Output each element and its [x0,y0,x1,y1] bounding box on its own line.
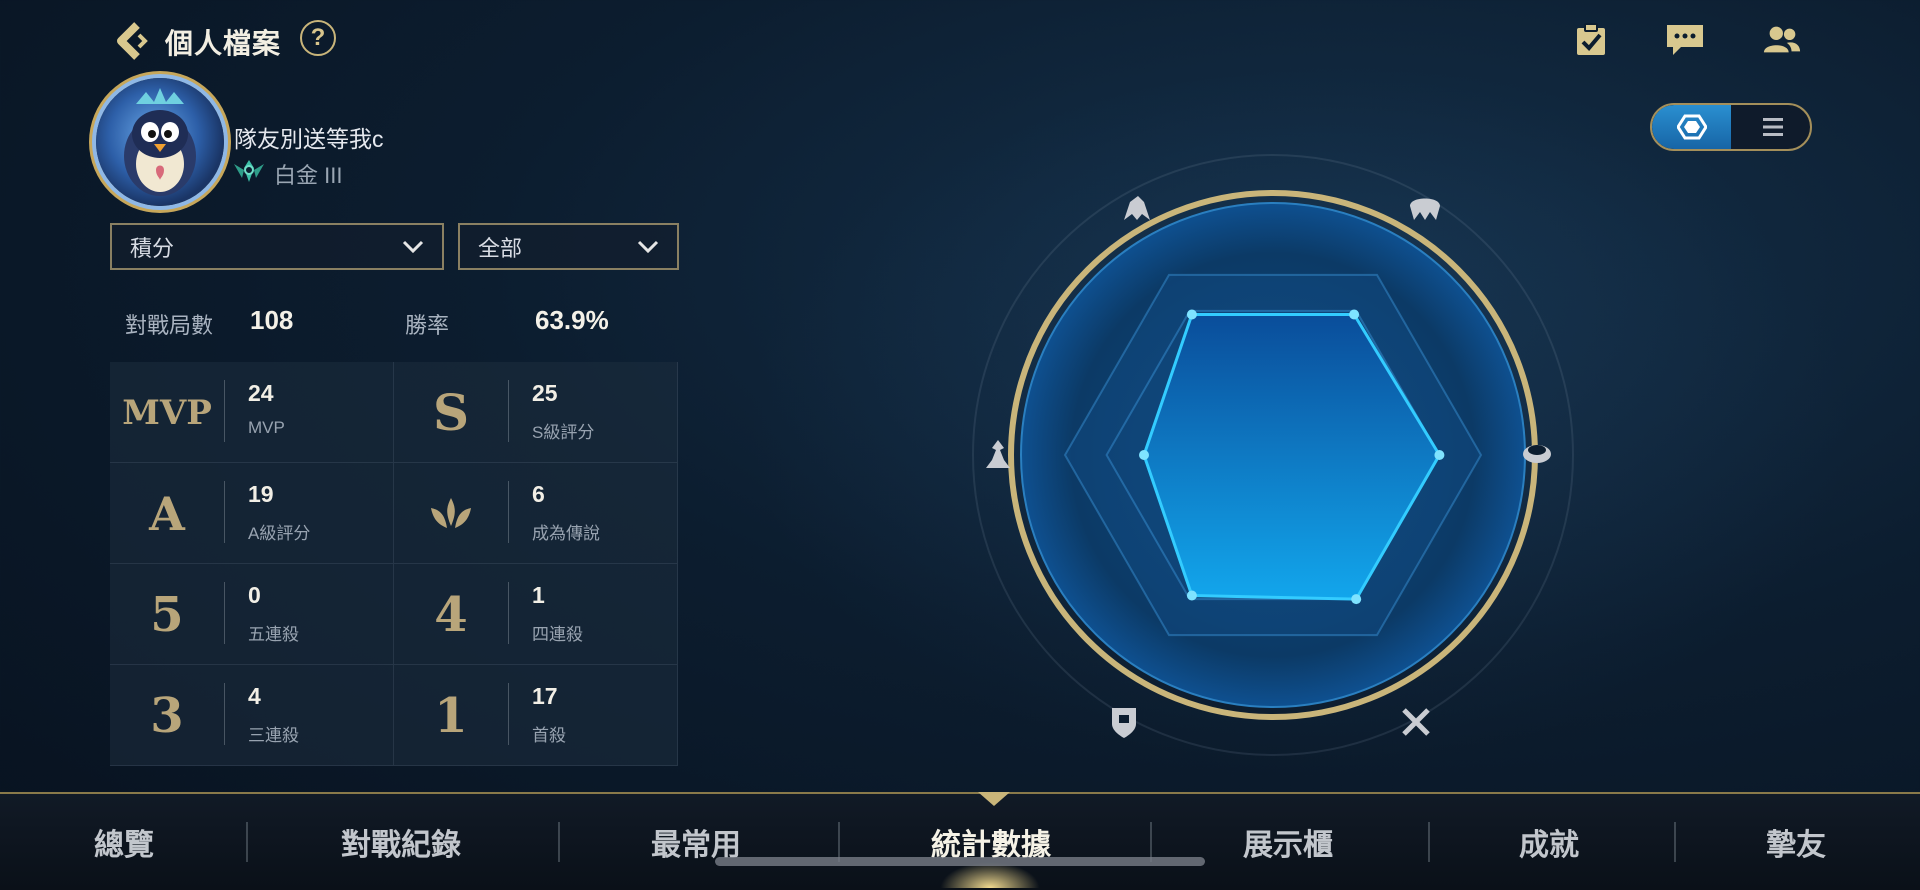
stat-triple-kill: 3 4 三連殺 [110,665,394,766]
divider [224,582,225,644]
player-name: 隊友別送等我c [234,126,384,152]
radar-point-mage [1434,450,1445,460]
back-button[interactable] [108,18,154,64]
stat-value: 24 [248,380,274,406]
radar-view-button[interactable] [1652,105,1731,149]
stat-legendary: 6 成為傳說 [394,463,678,564]
stat-a-rating: A 19 A級評分 [110,463,394,564]
tab-overview[interactable]: 總覽 [88,820,160,864]
stat-penta-kill: 5 0 五連殺 [110,564,394,665]
help-button[interactable]: ? [300,20,336,56]
stat-label: MVP [248,418,285,437]
divider [224,481,225,543]
tank-helmet-icon [1410,198,1440,220]
list-icon [1762,118,1783,136]
stat-value: 25 [532,380,558,406]
stat-label: A級評分 [248,524,311,543]
scope-dropdown[interactable]: 全部 [458,223,679,270]
view-toggle [1650,103,1812,151]
legendary-badge [394,463,508,564]
divider [508,380,509,442]
stat-value: 1 [532,582,545,608]
radar-point-assassin [1139,450,1149,460]
stats-grid: MVP 24 MVP S 25 S級評分 A 19 A級評分 6 成為傳說 5 … [110,362,678,766]
stat-value: 4 [248,683,261,709]
mvp-badge: MVP [122,392,212,433]
friends-button[interactable] [1762,20,1802,60]
chat-button[interactable] [1665,20,1705,60]
radar-point-warrior [1186,309,1197,320]
home-indicator[interactable] [715,857,1205,866]
back-arrow-icon [117,22,148,60]
nav-divider [1150,822,1152,862]
stat-label: 五連殺 [248,625,299,644]
rank-text: 白金 III [274,163,343,188]
nav-divider [1428,822,1430,862]
stat-label: 首殺 [532,726,566,745]
nav-divider [838,822,840,862]
matches-label: 對戰局數 [125,313,214,338]
radar-point-support-shield [1186,590,1197,601]
tasks-button[interactable] [1571,20,1611,60]
list-view-button[interactable] [1733,105,1810,149]
chevron-down-icon [637,240,659,253]
stat-label: S級評分 [532,423,595,442]
tab-best-friends[interactable]: 摯友 [1762,820,1830,864]
tab-match-history[interactable]: 對戰紀錄 [335,820,467,864]
matches-value: 108 [250,305,294,335]
rank-emblem-icon [232,156,266,186]
divider [508,481,509,543]
a-rating-badge: A [149,486,185,541]
stat-value: 6 [532,481,545,507]
divider [508,683,509,745]
stat-s-rating: S 25 S級評分 [394,362,678,463]
divider [224,683,225,745]
mage-icon [1523,445,1551,463]
assassin-icon [986,440,1010,468]
divider [508,582,509,644]
divider [224,380,225,442]
stat-value: 0 [248,582,261,608]
stat-mvp: MVP 24 MVP [110,362,394,463]
stat-value: 17 [532,683,558,709]
stat-first-blood: 1 17 首殺 [394,665,678,766]
winrate-value: 63.9% [535,305,609,335]
page-title: 個人檔案 [165,28,282,59]
role-radar-chart [972,154,1574,756]
first-blood-badge: 1 [434,687,468,744]
radar-point-marksman [1351,594,1362,605]
stat-quadra-kill: 4 1 四連殺 [394,564,678,665]
legendary-icon [431,497,471,528]
stat-value: 19 [248,481,274,507]
friends-icon [1763,26,1801,53]
support-shield-icon [1112,708,1136,738]
avatar[interactable] [96,78,224,206]
tab-achievements[interactable]: 成就 [1515,820,1583,864]
stat-label: 四連殺 [532,625,583,644]
mode-dropdown[interactable]: 積分 [110,223,444,270]
winrate-label: 勝率 [405,313,450,338]
nav-divider [246,822,248,862]
penta-kill-badge: 5 [150,586,184,643]
s-rating-badge: S [432,383,470,442]
chat-icon [1667,25,1703,55]
mode-dropdown-value: 積分 [130,235,175,261]
chevron-down-icon [402,240,424,253]
penguin-avatar-icon [124,88,196,196]
triple-kill-badge: 3 [150,687,184,744]
active-tab-caret-icon [978,792,1010,806]
nav-divider [1674,822,1676,862]
radar-icon [1676,114,1707,140]
stat-label: 三連殺 [248,726,299,745]
clipboard-check-icon [1577,23,1605,55]
scope-dropdown-value: 全部 [478,235,523,261]
stat-label: 成為傳說 [532,524,600,543]
quadra-kill-badge: 4 [434,586,468,643]
nav-divider [558,822,560,862]
warrior-icon [1124,196,1150,220]
tab-showcase[interactable]: 展示櫃 [1238,820,1338,864]
radar-point-tank-helmet [1349,309,1360,320]
